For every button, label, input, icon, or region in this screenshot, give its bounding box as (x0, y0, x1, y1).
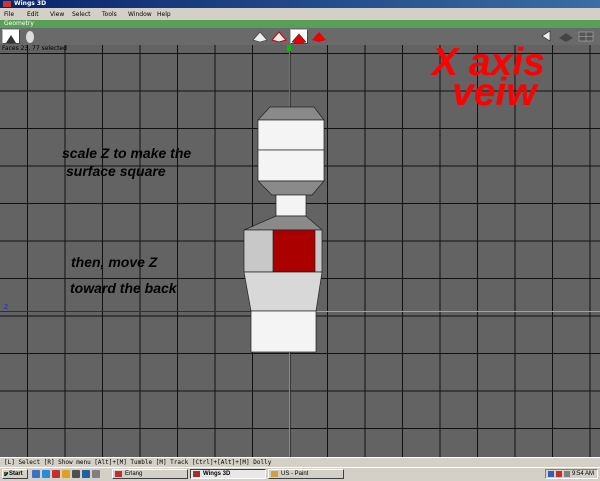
annotation-line3: then, move Z (71, 254, 158, 270)
menu-tools[interactable]: Tools (102, 11, 117, 18)
task-wings-label: Wings 3D (203, 471, 231, 477)
top-bevel (257, 106, 325, 121)
face-mode-icon (291, 33, 307, 45)
geometry-label: Geometry (4, 20, 34, 27)
menu-edit[interactable]: Edit (27, 11, 39, 18)
start-label: Start (9, 471, 23, 477)
windows-logo-icon (4, 472, 8, 476)
model-body (243, 106, 325, 353)
task-paint[interactable]: US - Paint (268, 469, 344, 479)
wings-app-icon (3, 1, 11, 7)
security-icon[interactable] (556, 471, 562, 477)
task-paint-label: US - Paint (281, 471, 309, 477)
top-box-upper (257, 119, 325, 151)
sphere-icon (26, 31, 34, 43)
system-tray: 9:54 AM (545, 469, 598, 479)
task-erlang[interactable]: Erlang (112, 469, 188, 479)
media-quicklaunch-icon[interactable] (82, 470, 90, 478)
top-box-lower (257, 149, 325, 182)
task-erlang-label: Erlang (125, 471, 143, 477)
white-square-button[interactable] (2, 29, 20, 44)
neck-box (275, 194, 307, 217)
toolbar (0, 28, 600, 46)
annotation-line4: toward the back (70, 280, 177, 296)
volume-icon[interactable] (564, 471, 570, 477)
info-bar-text: [L] Select [R] Show menu [Alt]+[M] Tumbl… (4, 459, 272, 466)
menu-help[interactable]: Help (157, 11, 171, 18)
menu-view[interactable]: View (50, 11, 64, 18)
prev-arrow-icon (541, 30, 551, 42)
view-box-button[interactable] (557, 29, 575, 44)
grid-icon (578, 31, 594, 42)
face-mode-button[interactable] (290, 29, 308, 45)
top-lower-bevel (257, 180, 325, 196)
menu-window[interactable]: Window (128, 11, 152, 18)
window-title: Wings 3D (14, 0, 47, 7)
body-mode-button[interactable] (310, 29, 328, 44)
menu-select[interactable]: Select (72, 11, 91, 18)
body-mode-icon (312, 32, 326, 42)
grid-button[interactable] (577, 29, 595, 44)
taper-section (243, 271, 323, 312)
tool-quicklaunch-icon[interactable] (92, 470, 100, 478)
taskbar: Start Erlang Wings 3D US - Paint 9:54 AM (0, 467, 600, 481)
white-square-icon (6, 35, 16, 43)
edge-mode-button[interactable] (270, 29, 288, 44)
geometry-bar: Geometry (0, 20, 600, 28)
start-button[interactable]: Start (2, 469, 28, 479)
annotation-line1: scale Z to make the (62, 145, 192, 161)
smooth-button[interactable] (22, 29, 40, 44)
erlang-icon (115, 471, 122, 477)
vertex-mode-icon (252, 31, 268, 43)
middle-bevel (243, 215, 323, 231)
menu-file[interactable]: File (4, 11, 14, 18)
edge-mode-icon (271, 31, 287, 43)
network-icon[interactable] (548, 471, 554, 477)
heading-veiw: veiw (452, 71, 537, 114)
title-bar: Wings 3D (0, 0, 600, 8)
misc-quicklaunch-icon[interactable] (72, 470, 80, 478)
view-box-icon (559, 33, 573, 42)
browser-icon[interactable] (42, 470, 50, 478)
app-quicklaunch-icon[interactable] (52, 470, 60, 478)
show-desktop-icon[interactable] (32, 470, 40, 478)
task-wings-3d[interactable]: Wings 3D (190, 469, 266, 479)
3d-viewport[interactable]: Faces 23, 77 selected Z scale Z to make … (0, 45, 600, 457)
bottom-box (250, 310, 317, 353)
clock[interactable]: 9:54 AM (572, 470, 594, 478)
vertex-mode-button[interactable] (251, 29, 269, 44)
selected-face (272, 229, 316, 273)
prev-view-button[interactable] (538, 29, 556, 44)
paint-icon (271, 471, 278, 477)
annotation-line2: surface square (66, 163, 166, 179)
folder-quicklaunch-icon[interactable] (62, 470, 70, 478)
wings-icon (193, 471, 200, 477)
